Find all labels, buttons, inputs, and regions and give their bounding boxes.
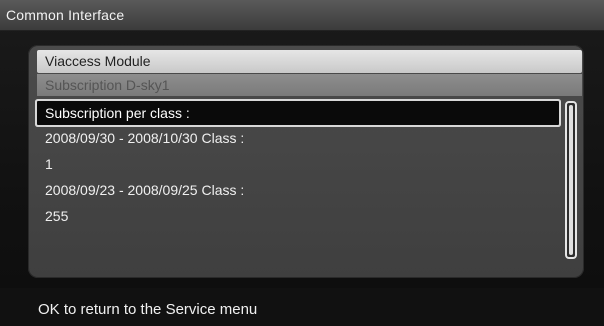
scrollbar[interactable] <box>565 101 577 259</box>
window-title: Common Interface <box>6 7 125 23</box>
list-item-label: 2008/09/23 - 2008/09/25 Class : <box>45 182 245 198</box>
title-bar: Common Interface <box>0 0 604 31</box>
footer-bar: OK to return to the Service menu <box>0 288 604 326</box>
list-item[interactable]: 1 <box>37 152 559 176</box>
footer-hint: OK to return to the Service menu <box>38 301 258 318</box>
list-item-label: 255 <box>45 208 69 224</box>
list-item[interactable]: 2008/09/30 - 2008/10/30 Class : <box>37 126 559 150</box>
list-item[interactable]: 255 <box>37 204 559 228</box>
screen: Common Interface Viaccess Module Subscri… <box>0 0 604 326</box>
scrollbar-thumb[interactable] <box>569 105 573 255</box>
module-header: Viaccess Module <box>37 50 582 73</box>
list-item-label: 2008/09/30 - 2008/10/30 Class : <box>45 130 245 146</box>
list-item-label: Subscription per class : <box>45 105 190 121</box>
module-header-label: Viaccess Module <box>45 53 151 69</box>
module-subheader-label: Subscription D-sky1 <box>45 77 170 93</box>
list-item-label: 1 <box>45 156 53 172</box>
module-subheader: Subscription D-sky1 <box>37 74 582 96</box>
list-item-selected[interactable]: Subscription per class : <box>37 101 559 125</box>
list-item[interactable]: 2008/09/23 - 2008/09/25 Class : <box>37 178 559 202</box>
